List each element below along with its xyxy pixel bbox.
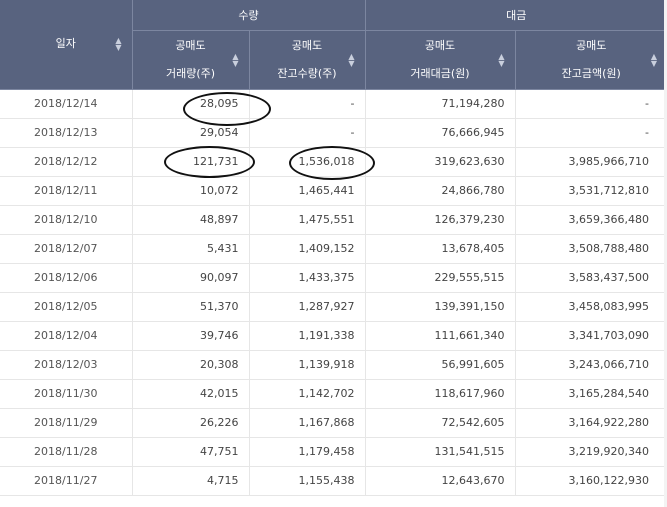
cell-bal-amt: 3,160,122,930: [515, 466, 667, 496]
cell-date: 2018/12/10: [0, 205, 133, 235]
cell-bal-amt: 3,458,083,995: [515, 292, 667, 322]
cell-bal-qty: 1,409,152: [249, 234, 366, 264]
cell-bal-amt: -: [515, 89, 667, 119]
cell-date: 2018/12/11: [0, 176, 133, 206]
cell-bal-amt: 3,508,788,480: [515, 234, 667, 264]
cell-bal-qty: -: [249, 89, 366, 119]
cell-vol: 4,715: [132, 466, 250, 496]
column-header-short-balance-qty[interactable]: 공매도 잔고수량(주) ▲ ▼: [249, 30, 366, 90]
amount-group-header: 대금: [365, 0, 667, 31]
cell-vol: 26,226: [132, 408, 250, 438]
cell-bal-amt: 3,583,437,500: [515, 263, 667, 293]
table-row[interactable]: 2018/11/29 26,226 1,167,868 72,542,605 3,164…: [0, 408, 667, 438]
sort-icon[interactable]: ▲ ▼: [232, 52, 238, 67]
cell-bal-qty: 1,475,551: [249, 205, 366, 235]
table-row[interactable]: 2018/12/06 90,097 1,433,375 229,555,515 3,58…: [0, 263, 667, 293]
cell-date: 2018/11/29: [0, 408, 133, 438]
table-row[interactable]: 2018/12/13 29,054-76,666,945-: [0, 118, 667, 148]
table-row[interactable]: 2018/12/07 5,431 1,409,152 13,678,405 3,508,…: [0, 234, 667, 264]
sort-icon[interactable]: ▲ ▼: [348, 52, 354, 67]
column-header-short-amount[interactable]: 공매도 거래대금(원) ▲ ▼: [365, 30, 516, 90]
date-column-header[interactable]: 일자 ▲ ▼: [0, 0, 133, 90]
cell-bal-qty: 1,139,918: [249, 350, 366, 380]
cell-date: 2018/11/27: [0, 466, 133, 496]
cell-vol: 42,015: [132, 379, 250, 409]
cell-vol: 10,072: [132, 176, 250, 206]
cell-bal-amt: 3,164,922,280: [515, 408, 667, 438]
cell-amt: 71,194,280: [365, 89, 516, 119]
cell-amt: 118,617,960: [365, 379, 516, 409]
sort-icon[interactable]: ▲ ▼: [115, 37, 121, 52]
cell-bal-qty: 1,536,018: [249, 147, 366, 177]
table-row[interactable]: 2018/12/11 10,072 1,465,441 24,866,780 3,531…: [0, 176, 667, 206]
table-row[interactable]: 2018/12/05 51,370 1,287,927 139,391,150 3,45…: [0, 292, 667, 322]
cell-amt: 229,555,515: [365, 263, 516, 293]
table-row[interactable]: 2018/12/14 28,095-71,194,280-: [0, 89, 667, 119]
cell-amt: 24,866,780: [365, 176, 516, 206]
cell-bal-qty: 1,179,458: [249, 437, 366, 467]
cell-vol: 48,897: [132, 205, 250, 235]
cell-amt: 131,541,515: [365, 437, 516, 467]
cell-bal-qty: 1,142,702: [249, 379, 366, 409]
table-row[interactable]: 2018/12/10 48,897 1,475,551 126,379,230 3,65…: [0, 205, 667, 235]
date-column-label: 일자: [55, 37, 76, 51]
cell-bal-qty: 1,191,338: [249, 321, 366, 351]
cell-amt: 111,661,340: [365, 321, 516, 351]
column-header-short-volume[interactable]: 공매도 거래량(주) ▲ ▼: [132, 30, 250, 90]
sort-icon[interactable]: ▲ ▼: [651, 52, 657, 67]
cell-date: 2018/12/05: [0, 292, 133, 322]
cell-bal-amt: -: [515, 118, 667, 148]
cell-vol: 29,054: [132, 118, 250, 148]
cell-date: 2018/11/30: [0, 379, 133, 409]
cell-bal-amt: 3,219,920,340: [515, 437, 667, 467]
cell-amt: 76,666,945: [365, 118, 516, 148]
table-row[interactable]: 2018/12/12 121,731 1,536,018 319,623,630 3,9…: [0, 147, 667, 177]
cell-amt: 139,391,150: [365, 292, 516, 322]
cell-date: 2018/12/04: [0, 321, 133, 351]
cell-bal-qty: 1,167,868: [249, 408, 366, 438]
cell-vol: 90,097: [132, 263, 250, 293]
table-row[interactable]: 2018/11/28 47,751 1,179,458 131,541,515 3,21…: [0, 437, 667, 467]
cell-date: 2018/12/12: [0, 147, 133, 177]
sort-icon[interactable]: ▲ ▼: [498, 52, 504, 67]
table-row[interactable]: 2018/11/30 42,015 1,142,702 118,617,960 3,16…: [0, 379, 667, 409]
cell-vol: 121,731: [132, 147, 250, 177]
cell-amt: 126,379,230: [365, 205, 516, 235]
cell-amt: 13,678,405: [365, 234, 516, 264]
cell-amt: 319,623,630: [365, 147, 516, 177]
cell-amt: 12,643,670: [365, 466, 516, 496]
table-body: 2018/12/14 28,095-71,194,280-2018/12/13 29…: [0, 89, 667, 496]
cell-bal-amt: 3,531,712,810: [515, 176, 667, 206]
cell-vol: 39,746: [132, 321, 250, 351]
cell-amt: 56,991,605: [365, 350, 516, 380]
cell-bal-amt: 3,659,366,480: [515, 205, 667, 235]
cell-vol: 28,095: [132, 89, 250, 119]
quantity-group-header: 수량: [132, 0, 366, 31]
cell-date: 2018/12/14: [0, 89, 133, 119]
cell-vol: 20,308: [132, 350, 250, 380]
cell-bal-qty: 1,287,927: [249, 292, 366, 322]
cell-bal-amt: 3,341,703,090: [515, 321, 667, 351]
table-row[interactable]: 2018/12/04 39,746 1,191,338 111,661,340 3,34…: [0, 321, 667, 351]
column-header-short-balance-amount[interactable]: 공매도 잔고금액(원) ▲ ▼: [515, 30, 667, 90]
cell-date: 2018/12/13: [0, 118, 133, 148]
short-selling-table: 일자 ▲ ▼ 수량 대금 공매도 거래량(주) ▲ ▼ 공매도 잔고수량(주) ▲ ▼: [0, 0, 667, 496]
table-row[interactable]: 2018/12/03 20,308 1,139,918 56,991,605 3,243…: [0, 350, 667, 380]
cell-date: 2018/11/28: [0, 437, 133, 467]
cell-bal-amt: 3,985,966,710: [515, 147, 667, 177]
cell-date: 2018/12/07: [0, 234, 133, 264]
cell-bal-qty: 1,433,375: [249, 263, 366, 293]
table-row[interactable]: 2018/11/27 4,715 1,155,438 12,643,670 3,160,…: [0, 466, 667, 496]
cell-bal-amt: 3,243,066,710: [515, 350, 667, 380]
cell-bal-qty: -: [249, 118, 366, 148]
cell-bal-amt: 3,165,284,540: [515, 379, 667, 409]
cell-vol: 51,370: [132, 292, 250, 322]
cell-bal-qty: 1,465,441: [249, 176, 366, 206]
cell-bal-qty: 1,155,438: [249, 466, 366, 496]
cell-amt: 72,542,605: [365, 408, 516, 438]
cell-date: 2018/12/03: [0, 350, 133, 380]
cell-date: 2018/12/06: [0, 263, 133, 293]
cell-vol: 47,751: [132, 437, 250, 467]
cell-vol: 5,431: [132, 234, 250, 264]
